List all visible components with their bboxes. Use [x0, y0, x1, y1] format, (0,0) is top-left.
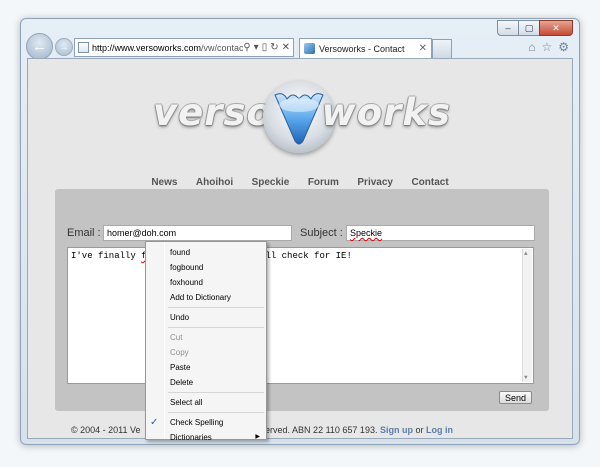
add-to-dictionary-item[interactable]: Add to Dictionary: [146, 290, 266, 305]
favicon-icon: [304, 43, 315, 54]
nav-news[interactable]: News: [151, 177, 177, 188]
signup-link[interactable]: Sign up: [380, 425, 413, 435]
arrow-left-icon: ←: [32, 38, 47, 55]
site-logo[interactable]: verso works: [153, 81, 451, 161]
menu-divider: [168, 412, 264, 413]
nav-speckie[interactable]: Speckie: [252, 177, 290, 188]
suggestion-foxhound[interactable]: foxhound: [146, 275, 266, 290]
login-link[interactable]: Log in: [426, 425, 453, 435]
logo-text-left: verso: [153, 91, 273, 134]
page-content: verso works News Ahoihoi Speckie Forum P…: [27, 58, 573, 439]
paste-item[interactable]: Paste: [146, 360, 266, 375]
window-controls: – ▢ ✕: [497, 20, 573, 36]
subject-text: Speckie: [350, 228, 383, 238]
url-text[interactable]: http://www.versoworks.com/vw/contact/: [92, 43, 243, 53]
email-label: Email :: [67, 227, 101, 239]
tab-close-icon[interactable]: ✕: [419, 43, 427, 54]
email-field[interactable]: homer@doh.com: [103, 225, 292, 241]
favorites-star-icon[interactable]: ☆: [541, 40, 552, 54]
dictionaries-item[interactable]: Dictionaries ▶: [146, 430, 266, 445]
close-window-button[interactable]: ✕: [539, 20, 573, 36]
delete-item[interactable]: Delete: [146, 375, 266, 390]
site-nav: News Ahoihoi Speckie Forum Privacy Conta…: [28, 172, 572, 190]
back-button[interactable]: ←: [26, 33, 53, 60]
minimize-button[interactable]: –: [497, 20, 519, 36]
gear-icon[interactable]: ⚙: [558, 40, 569, 54]
subject-label: Subject :: [300, 227, 343, 239]
tab-contact[interactable]: Versoworks - Contact ✕: [299, 38, 432, 58]
dropdown-arrow-icon[interactable]: ▾: [254, 42, 259, 53]
menu-divider: [168, 327, 264, 328]
forward-button[interactable]: →: [55, 38, 73, 56]
refresh-icon[interactable]: ↻: [270, 42, 278, 53]
new-tab-button[interactable]: [432, 39, 452, 58]
maximize-button[interactable]: ▢: [518, 20, 540, 36]
nav-ahoihoi[interactable]: Ahoihoi: [196, 177, 233, 188]
message-scrollbar[interactable]: ▲ ▼: [522, 249, 532, 382]
home-icon[interactable]: ⌂: [528, 40, 535, 54]
undo-item[interactable]: Undo: [146, 310, 266, 325]
suggestion-found[interactable]: found: [146, 245, 266, 260]
check-spelling-item[interactable]: ✓ Check Spelling: [146, 415, 266, 430]
menu-divider: [168, 392, 264, 393]
send-button[interactable]: Send: [499, 391, 532, 404]
nav-privacy[interactable]: Privacy: [357, 177, 393, 188]
scroll-down-icon[interactable]: ▼: [524, 374, 528, 381]
submenu-arrow-icon: ▶: [255, 434, 260, 440]
browser-window: – ▢ ✕ ← → http://www.versoworks.com/vw/c…: [20, 18, 580, 445]
contact-form: Email : homer@doh.com Subject : Speckie …: [55, 189, 549, 411]
nav-forum[interactable]: Forum: [308, 177, 339, 188]
copy-item: Copy: [170, 348, 189, 357]
select-all-item[interactable]: Select all: [146, 395, 266, 410]
compatibility-view-icon[interactable]: ▯: [262, 42, 268, 53]
page-icon: [78, 42, 89, 53]
subject-field[interactable]: Speckie: [346, 225, 535, 241]
arrow-right-icon: →: [59, 41, 69, 53]
stop-icon[interactable]: ✕: [282, 42, 290, 53]
nav-contact[interactable]: Contact: [411, 177, 448, 188]
scroll-up-icon[interactable]: ▲: [524, 250, 528, 257]
search-icon[interactable]: ⚲: [243, 42, 250, 53]
logo-text-right: works: [321, 91, 451, 134]
address-bar[interactable]: http://www.versoworks.com/vw/contact/ ⚲ …: [74, 38, 294, 57]
tab-title: Versoworks - Contact: [319, 43, 405, 54]
message-textarea[interactable]: I've finally fogunnd a Real Time spell c…: [67, 247, 534, 384]
menu-divider: [168, 307, 264, 308]
cut-item: Cut: [170, 333, 183, 342]
checkmark-icon: ✓: [150, 417, 159, 428]
suggestion-fogbound[interactable]: fogbound: [146, 260, 266, 275]
context-menu: found fogbound foxhound Add to Dictionar…: [145, 241, 267, 442]
